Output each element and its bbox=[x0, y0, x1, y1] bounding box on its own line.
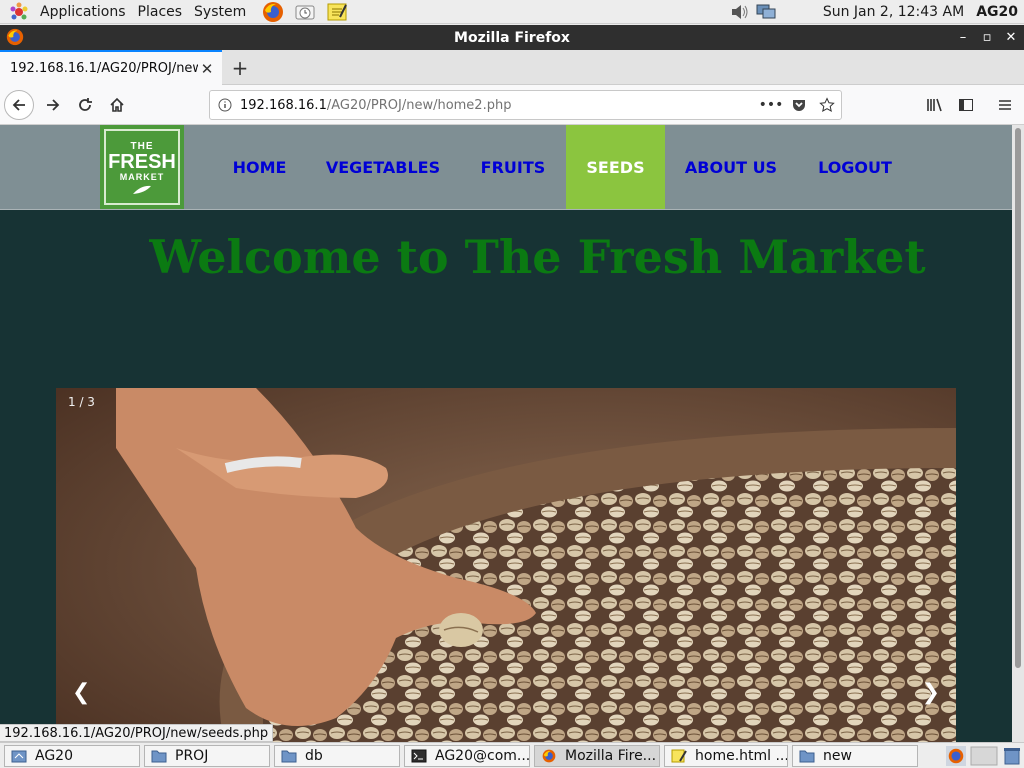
nav-fruits[interactable]: FRUITS bbox=[467, 125, 559, 209]
tab-active[interactable]: 192.168.16.1/AG20/PROJ/new/home2.php ✕ bbox=[0, 50, 222, 85]
url-path: /AG20/PROJ/new/home2.php bbox=[326, 97, 512, 113]
slide-counter: 1 / 3 bbox=[68, 395, 95, 409]
slideshow: 1 / 3 ❮ ❯ bbox=[56, 388, 956, 742]
mail-clock-launcher-icon[interactable] bbox=[292, 0, 318, 24]
tab-strip: 192.168.16.1/AG20/PROJ/new/home2.php ✕ + bbox=[0, 50, 1024, 85]
nav-home[interactable]: HOME bbox=[216, 125, 303, 209]
panel-clock[interactable]: Sun Jan 2, 12:43 AM bbox=[823, 4, 964, 20]
folder-icon bbox=[151, 750, 167, 762]
url-host: 192.168.16.1 bbox=[240, 97, 327, 113]
task-ag20[interactable]: AG20 bbox=[4, 744, 140, 767]
leaf-icon bbox=[133, 185, 151, 194]
window-titlebar[interactable]: Mozilla Firefox – ▫ ✕ bbox=[0, 25, 1024, 50]
nav-logout[interactable]: LOGOUT bbox=[806, 125, 904, 209]
coffee-beans-slide-image bbox=[56, 388, 956, 742]
home-icon[interactable] bbox=[102, 90, 132, 120]
trash-icon[interactable] bbox=[1002, 746, 1022, 766]
text-editor-launcher-icon[interactable] bbox=[324, 0, 350, 24]
url-text[interactable]: 192.168.16.1/AG20/PROJ/new/home2.php bbox=[240, 98, 757, 113]
new-tab-icon[interactable]: + bbox=[222, 50, 258, 85]
places-menu[interactable]: Places bbox=[132, 0, 189, 24]
maximize-icon[interactable]: ▫ bbox=[980, 30, 994, 45]
close-icon[interactable]: ✕ bbox=[1004, 30, 1018, 45]
panel-user[interactable]: AG20 bbox=[976, 4, 1018, 20]
forward-arrow-icon[interactable] bbox=[38, 90, 68, 120]
system-menu[interactable]: System bbox=[188, 0, 252, 24]
home-folder-icon bbox=[11, 750, 27, 762]
task-db[interactable]: db bbox=[274, 744, 400, 767]
firefox-icon bbox=[542, 749, 556, 762]
fresh-market-logo[interactable]: THE FRESH MARKET bbox=[100, 125, 184, 209]
firefox-icon bbox=[6, 28, 24, 50]
task-label: PROJ bbox=[175, 747, 209, 764]
site-navbar: THE FRESH MARKET HOME VEGETABLES FRUITS … bbox=[0, 125, 1012, 210]
hamburger-menu-icon[interactable] bbox=[990, 90, 1020, 120]
pocket-icon[interactable] bbox=[785, 97, 813, 113]
nav-about-us[interactable]: ABOUT US bbox=[676, 125, 786, 209]
logo-line-market: MARKET bbox=[119, 172, 165, 182]
page-scrollbar[interactable] bbox=[1012, 125, 1024, 742]
task-proj[interactable]: PROJ bbox=[144, 744, 270, 767]
nav-vegetables[interactable]: VEGETABLES bbox=[314, 125, 452, 209]
back-arrow-icon[interactable] bbox=[4, 90, 34, 120]
top-panel: Applications Places System Sun Jan 2, 12… bbox=[0, 0, 1024, 24]
task-label: AG20 bbox=[35, 747, 73, 764]
web-page: THE FRESH MARKET HOME VEGETABLES FRUITS … bbox=[0, 125, 1012, 742]
firefox-launcher-icon[interactable] bbox=[260, 0, 286, 24]
task-label: home.html ... bbox=[695, 747, 788, 764]
folder-icon bbox=[799, 750, 815, 762]
welcome-heading: Welcome to The Fresh Market bbox=[149, 230, 926, 284]
window-title: Mozilla Firefox bbox=[454, 29, 570, 46]
volume-icon[interactable] bbox=[727, 0, 753, 24]
folder-icon bbox=[281, 750, 297, 762]
nav-seeds[interactable]: SEEDS bbox=[566, 125, 665, 209]
info-icon[interactable] bbox=[210, 98, 240, 112]
task-label: Mozilla Fire... bbox=[565, 747, 657, 764]
slide-prev-arrow[interactable]: ❮ bbox=[72, 680, 90, 705]
task-editor[interactable]: home.html ... bbox=[664, 744, 788, 767]
task-new[interactable]: new bbox=[792, 744, 918, 767]
nav-toolbar: 192.168.16.1/AG20/PROJ/new/home2.php ••• bbox=[0, 85, 1024, 125]
gnome-foot-icon[interactable] bbox=[6, 0, 32, 24]
bookmark-star-icon[interactable] bbox=[813, 97, 841, 113]
scrollbar-thumb[interactable] bbox=[1015, 128, 1021, 668]
library-icon[interactable] bbox=[920, 90, 950, 120]
link-status-bar: 192.168.16.1/AG20/PROJ/new/seeds.php bbox=[0, 724, 274, 742]
tab-close-icon[interactable]: ✕ bbox=[198, 60, 216, 78]
bottom-taskbar: AG20 PROJ db AG20@com... Mozilla Fire...… bbox=[0, 742, 1024, 768]
url-bar[interactable]: 192.168.16.1/AG20/PROJ/new/home2.php ••• bbox=[209, 90, 842, 120]
minimize-icon[interactable]: – bbox=[956, 30, 970, 45]
tab-title: 192.168.16.1/AG20/PROJ/new/home2.php bbox=[10, 61, 198, 76]
workspace-icon[interactable] bbox=[970, 746, 998, 766]
slide-next-arrow[interactable]: ❯ bbox=[922, 680, 940, 705]
reload-icon[interactable] bbox=[70, 90, 100, 120]
page-actions-icon[interactable]: ••• bbox=[757, 97, 785, 113]
task-label: db bbox=[305, 747, 323, 764]
workspace-firefox-icon[interactable] bbox=[946, 745, 966, 766]
task-firefox[interactable]: Mozilla Fire... bbox=[534, 744, 660, 767]
applications-menu[interactable]: Applications bbox=[32, 0, 132, 24]
terminal-icon bbox=[411, 749, 427, 762]
task-terminal[interactable]: AG20@com... bbox=[404, 744, 530, 767]
task-label: AG20@com... bbox=[435, 747, 530, 764]
sidebar-toggle-icon[interactable] bbox=[951, 90, 981, 120]
text-editor-icon bbox=[671, 749, 687, 762]
network-icon[interactable] bbox=[753, 0, 779, 24]
logo-line-fresh: FRESH bbox=[108, 151, 176, 173]
task-label: new bbox=[823, 747, 852, 764]
